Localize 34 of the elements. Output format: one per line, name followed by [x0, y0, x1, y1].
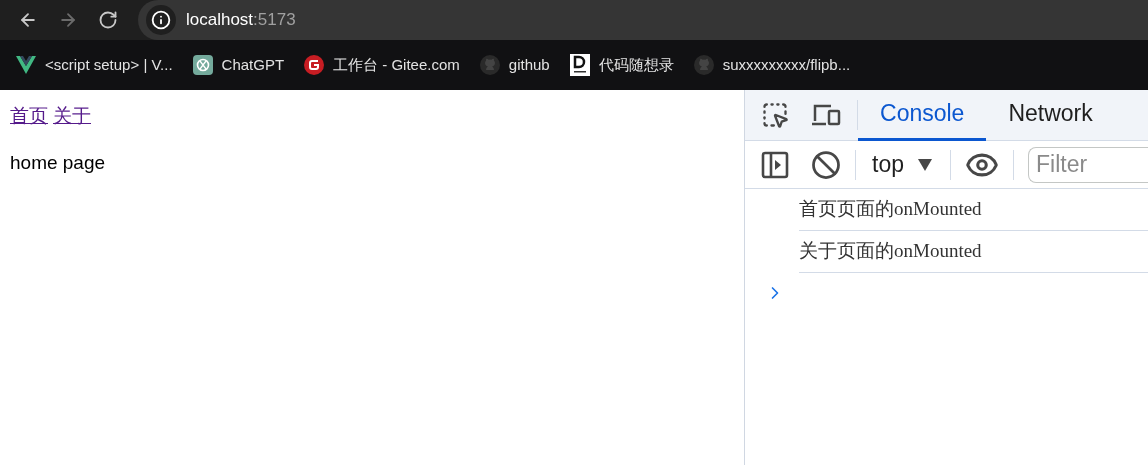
context-selector[interactable]: top — [872, 147, 932, 182]
bookmark[interactable]: 工作台 - Gitee.com — [304, 53, 460, 77]
cat-logo-icon — [479, 55, 500, 75]
nav-link[interactable]: 关于 — [53, 102, 91, 131]
d-logo-icon — [569, 54, 590, 76]
inspect-icon[interactable] — [761, 101, 789, 129]
reload-icon — [98, 10, 118, 30]
bookmark[interactable]: ChatGPT — [192, 53, 285, 77]
filter-field[interactable]: Filter — [1028, 146, 1148, 183]
v-logo-icon — [16, 56, 36, 74]
url-port: :5173 — [253, 9, 296, 32]
dropdown-caret-icon — [918, 158, 932, 171]
devtools-tab[interactable]: Network — [986, 89, 1115, 141]
device-toolbar-icon[interactable] — [811, 103, 841, 127]
back-icon — [18, 10, 38, 30]
bookmark[interactable]: github — [479, 53, 550, 77]
bookmark[interactable]: 代码随想录 — [569, 53, 674, 77]
cat-logo-icon — [693, 55, 714, 75]
g-logo-icon — [304, 55, 325, 75]
site-info-button[interactable] — [146, 5, 176, 35]
devtools-tab[interactable]: Console — [858, 89, 987, 141]
bookmark[interactable]: <script setup> | V... — [16, 53, 173, 77]
console-message: 关于页面的onMounted — [799, 231, 1148, 273]
forward-icon — [58, 10, 78, 30]
url-host: localhost — [186, 9, 254, 32]
clear-console-icon[interactable] — [811, 149, 841, 180]
console-message: 首页页面的onMounted — [799, 189, 1148, 231]
bookmark[interactable]: suxxxxxxxxx/flipb... — [693, 53, 851, 77]
sidebar-toggle-icon[interactable] — [761, 150, 789, 179]
nav-link[interactable]: 首页 — [10, 102, 48, 131]
page-text: home page — [10, 150, 107, 175]
info-icon — [151, 10, 171, 30]
knot-logo-icon — [192, 55, 213, 75]
address-bar[interactable]: localhost:5173 — [138, 0, 1148, 40]
